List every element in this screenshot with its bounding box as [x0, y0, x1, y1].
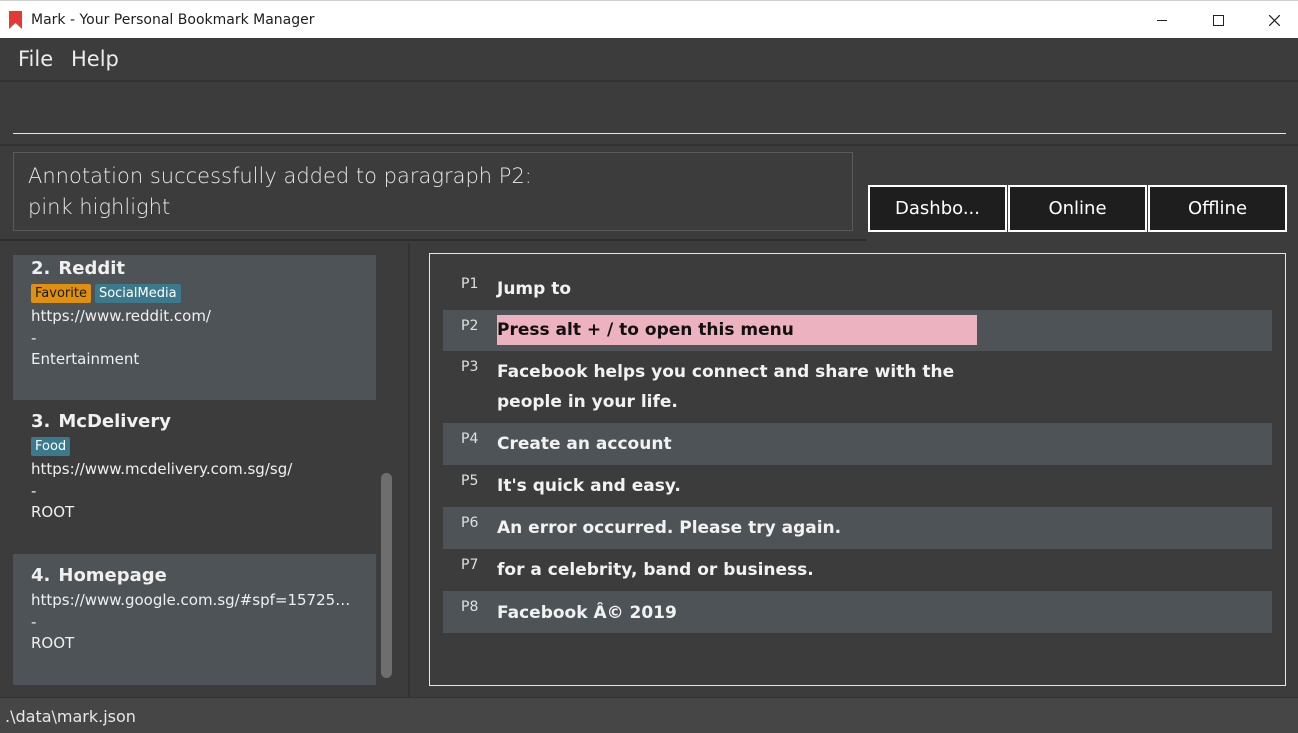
command-box: [0, 82, 1298, 144]
list-item[interactable]: 4. Homepage https://www.google.com.sg/#sp…: [13, 554, 376, 685]
result-line: Annotation successfully added to paragra…: [28, 164, 532, 188]
bookmark-remark: -: [31, 612, 37, 631]
close-icon: [1268, 14, 1280, 26]
bookmark-name: McDelivery: [58, 411, 171, 432]
minimize-icon: [1157, 19, 1167, 21]
paragraph-row: P1 Jump to: [443, 268, 1272, 310]
bookmark-folder: ROOT: [31, 634, 75, 652]
bookmark-index: 3.: [31, 411, 51, 432]
paragraph-row: P8 Facebook Â© 2019: [443, 591, 1272, 633]
result-display: Annotation successfully added to paragra…: [13, 152, 853, 231]
bookmark-title: 2. Reddit: [31, 255, 358, 279]
tab-dashboard[interactable]: Dashbo...: [868, 185, 1007, 232]
paragraph-id: P8: [461, 599, 479, 615]
scrollbar-thumb[interactable]: [381, 473, 392, 678]
paragraph-text: Facebook Â© 2019: [497, 603, 677, 623]
paragraph-text: for a celebrity, band or business.: [497, 560, 814, 580]
result-line: pink highlight: [28, 195, 171, 219]
list-item[interactable]: 2. Reddit Favorite SocialMedia https://www…: [13, 255, 376, 400]
highlighted-paragraph-text: Press alt + / to open this menu: [497, 315, 977, 345]
paragraph-id: P3: [461, 359, 479, 375]
bookmark-remark: -: [31, 481, 37, 500]
tab-online[interactable]: Online: [1008, 185, 1147, 232]
paragraph-text: It's quick and easy.: [497, 476, 681, 496]
paragraph-text: An error occurred. Please try again.: [497, 518, 842, 538]
paragraph-row: P2 Press alt + / to open this menu: [443, 310, 1272, 351]
paragraph-row: P7 for a celebrity, band or business.: [443, 549, 1272, 591]
divider: [0, 239, 867, 241]
paragraph-id: P7: [461, 557, 479, 573]
paragraph-id: P2: [461, 318, 479, 334]
paragraph-text: Facebook helps you connect and share wit…: [497, 362, 955, 412]
paragraph-row: P6 An error occurred. Please try again.: [443, 507, 1272, 549]
paragraph-row: P3 Facebook helps you connect and share …: [443, 351, 1272, 423]
bookmark-url: https://www.mcdelivery.com.sg/sg/: [31, 460, 293, 478]
minimize-button[interactable]: [1134, 1, 1190, 39]
menu-help[interactable]: Help: [71, 47, 119, 71]
bookmark-title: 4. Homepage: [31, 554, 358, 586]
bookmark-name: Reddit: [58, 258, 125, 279]
tag: Favorite: [31, 284, 91, 303]
bookmark-name: Homepage: [58, 565, 167, 586]
command-input[interactable]: [13, 82, 1286, 134]
close-button[interactable]: [1246, 1, 1298, 39]
tag: Food: [31, 437, 71, 456]
paragraph-text: Create an account: [497, 434, 672, 454]
bookmark-remark: -: [31, 328, 37, 347]
bookmark-folder: ROOT: [31, 503, 75, 521]
paragraph-id: P1: [461, 276, 479, 292]
paragraph-row: P5 It's quick and easy.: [443, 465, 1272, 507]
bookmark-folder: Entertainment: [31, 350, 140, 368]
tag-list: Favorite SocialMedia: [31, 284, 358, 306]
divider: [408, 243, 410, 697]
menu-bar: File Help: [0, 38, 1298, 80]
bookmark-index: 4.: [31, 565, 51, 586]
bookmark-title: 3. McDelivery: [31, 400, 358, 432]
window-titlebar: Mark - Your Personal Bookmark Manager: [0, 0, 1298, 38]
paragraph-id: P4: [461, 431, 479, 447]
paragraph-id: P5: [461, 473, 479, 489]
bookmark-url: https://www.google.com.sg/#spf=157259579…: [31, 591, 358, 609]
bookmark-url: https://www.reddit.com/: [31, 307, 211, 325]
storage-path: .\data\mark.json: [5, 707, 136, 726]
paragraph-text: Jump to: [497, 279, 572, 299]
tab-offline[interactable]: Offline: [1148, 185, 1287, 232]
maximize-icon: [1212, 14, 1224, 26]
tag: SocialMedia: [94, 284, 181, 303]
bookmark-index: 2.: [31, 258, 51, 279]
menu-file[interactable]: File: [18, 47, 53, 71]
status-bar: .\data\mark.json: [0, 697, 1298, 733]
divider: [0, 144, 1298, 146]
paragraph-row: P4 Create an account: [443, 423, 1272, 465]
paragraph-id: P6: [461, 515, 479, 531]
window-title: Mark - Your Personal Bookmark Manager: [31, 12, 315, 28]
tag-list: Food: [31, 437, 358, 459]
list-item[interactable]: 3. McDelivery Food https://www.mcdelivery…: [13, 400, 376, 554]
bookmark-icon: [9, 11, 22, 29]
maximize-button[interactable]: [1190, 1, 1246, 39]
